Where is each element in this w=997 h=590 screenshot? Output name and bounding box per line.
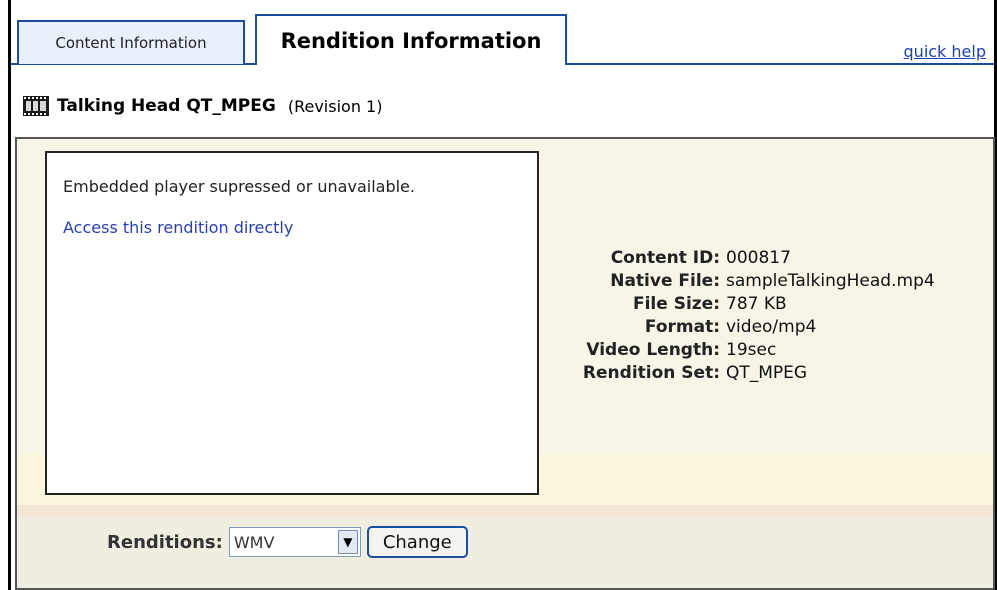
info-row-format: Format: video/mp4 bbox=[562, 316, 935, 339]
info-row-video-length: Video Length: 19sec bbox=[562, 339, 935, 362]
quick-help-link[interactable]: quick help bbox=[904, 42, 986, 61]
info-row-content-id: Content ID: 000817 bbox=[562, 247, 935, 270]
format-value: video/mp4 bbox=[726, 317, 817, 337]
change-button[interactable]: Change bbox=[366, 526, 468, 558]
rendition-info-list: Content ID: 000817 Native File: sampleTa… bbox=[562, 247, 935, 385]
title-row: Talking Head QT_MPEG (Revision 1) bbox=[23, 96, 382, 116]
file-size-label: File Size: bbox=[632, 294, 720, 314]
tab-content-information[interactable]: Content Information bbox=[17, 20, 245, 64]
rendition-panel: Embedded player supressed or unavailable… bbox=[15, 137, 995, 590]
info-row-native-file: Native File: sampleTalkingHead.mp4 bbox=[562, 270, 935, 293]
access-rendition-link[interactable]: Access this rendition directly bbox=[63, 218, 521, 237]
renditions-select[interactable]: WMV ▼ bbox=[228, 527, 361, 557]
video-length-label: Video Length: bbox=[586, 340, 720, 360]
film-icon bbox=[23, 96, 49, 116]
rendition-set-label: Rendition Set: bbox=[582, 363, 720, 383]
page-title: Talking Head QT_MPEG bbox=[57, 96, 276, 116]
revision-label: (Revision 1) bbox=[287, 96, 383, 116]
tab-content-information-label: Content Information bbox=[55, 34, 207, 52]
player-message: Embedded player supressed or unavailable… bbox=[63, 177, 415, 196]
chevron-down-icon[interactable]: ▼ bbox=[337, 530, 358, 554]
tab-rendition-information-label: Rendition Information bbox=[280, 28, 542, 53]
change-button-label: Change bbox=[382, 531, 452, 553]
renditions-label: Renditions: bbox=[107, 531, 223, 553]
info-row-file-size: File Size: 787 KB bbox=[562, 293, 935, 316]
window-frame: Content Information Rendition Informatio… bbox=[8, 0, 997, 590]
renditions-selected-value: WMV bbox=[233, 532, 275, 552]
renditions-control: Renditions: WMV ▼ Change bbox=[107, 526, 468, 558]
native-file-label: Native File: bbox=[610, 271, 720, 291]
file-size-value: 787 KB bbox=[726, 294, 787, 314]
tab-bar: Content Information Rendition Informatio… bbox=[11, 14, 994, 65]
video-length-value: 19sec bbox=[726, 340, 777, 360]
content-id-label: Content ID: bbox=[610, 248, 720, 268]
native-file-value: sampleTalkingHead.mp4 bbox=[726, 271, 935, 291]
info-row-rendition-set: Rendition Set: QT_MPEG bbox=[562, 362, 935, 385]
embedded-player: Embedded player supressed or unavailable… bbox=[45, 151, 539, 495]
format-label: Format: bbox=[644, 317, 720, 337]
rendition-set-value: QT_MPEG bbox=[726, 363, 808, 383]
content-id-value: 000817 bbox=[726, 248, 791, 268]
panel-band-divider bbox=[17, 505, 993, 517]
tab-rendition-information[interactable]: Rendition Information bbox=[255, 14, 567, 65]
